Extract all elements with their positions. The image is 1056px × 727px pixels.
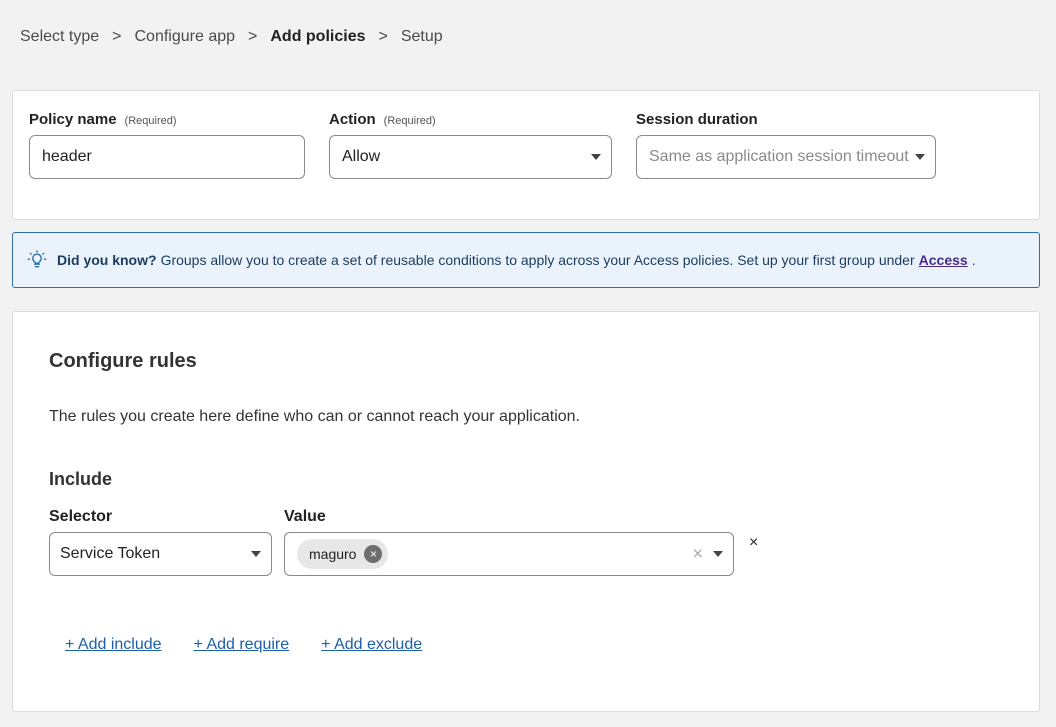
- policy-card: Policy name (Required) header Action (Re…: [12, 90, 1040, 220]
- session-duration-label: Session duration: [636, 111, 936, 131]
- selector-label: Selector: [49, 508, 113, 525]
- breadcrumb: Select type > Configure app > Add polici…: [20, 26, 443, 48]
- session-duration-placeholder: Same as application session timeout: [649, 148, 909, 165]
- policy-name-label-text: Policy name: [29, 111, 117, 128]
- selector-select-value: Service Token: [60, 545, 161, 562]
- clear-value-icon[interactable]: ×: [692, 544, 703, 565]
- configure-rules-card: Configure rules The rules you create her…: [12, 311, 1040, 712]
- action-select-value: Allow: [342, 148, 381, 165]
- action-select[interactable]: Allow: [329, 135, 612, 179]
- session-duration-label-text: Session duration: [636, 111, 758, 128]
- session-duration-field: Session duration Same as application ses…: [636, 111, 936, 179]
- value-multiselect[interactable]: maguro × ×: [284, 532, 734, 576]
- action-label-text: Action: [329, 111, 376, 128]
- breadcrumb-setup[interactable]: Setup: [401, 28, 443, 46]
- add-exclude-link[interactable]: + Add exclude: [321, 636, 422, 654]
- value-chip-label: maguro: [309, 546, 357, 562]
- breadcrumb-select-type[interactable]: Select type: [20, 28, 99, 46]
- breadcrumb-configure-app[interactable]: Configure app: [135, 28, 236, 46]
- value-chip: maguro ×: [297, 539, 389, 569]
- add-include-link[interactable]: + Add include: [65, 636, 162, 654]
- policy-name-input[interactable]: header: [29, 135, 305, 179]
- include-title: Include: [49, 469, 113, 489]
- chevron-down-icon: [251, 551, 261, 557]
- required-hint: (Required): [124, 115, 177, 127]
- policy-name-label: Policy name (Required): [29, 111, 305, 131]
- info-text: Groups allow you to create a set of reus…: [160, 252, 915, 268]
- policy-name-field: Policy name (Required) header: [29, 111, 305, 179]
- chevron-down-icon: [915, 154, 925, 160]
- chevron-down-icon: [591, 154, 601, 160]
- remove-rule-button[interactable]: ×: [749, 534, 758, 552]
- did-you-know-banner: Did you know? Groups allow you to create…: [12, 232, 1040, 288]
- required-hint: (Required): [383, 115, 436, 127]
- configure-rules-description: The rules you create here define who can…: [49, 408, 580, 425]
- lightbulb-icon: [27, 250, 47, 268]
- breadcrumb-separator: >: [248, 28, 258, 45]
- value-label: Value: [284, 508, 326, 525]
- breadcrumb-separator: >: [378, 28, 388, 45]
- breadcrumb-add-policies: Add policies: [270, 28, 366, 45]
- action-label: Action (Required): [329, 111, 612, 131]
- chevron-down-icon[interactable]: [713, 551, 723, 557]
- session-duration-select[interactable]: Same as application session timeout: [636, 135, 936, 179]
- chip-remove-icon[interactable]: ×: [364, 545, 383, 563]
- info-lead: Did you know?: [57, 252, 157, 268]
- add-require-link[interactable]: + Add require: [194, 636, 290, 654]
- breadcrumb-separator: >: [112, 28, 122, 45]
- info-tail: .: [971, 252, 976, 268]
- selector-select[interactable]: Service Token: [49, 532, 272, 576]
- configure-rules-title: Configure rules: [49, 350, 197, 372]
- access-link[interactable]: Access: [919, 252, 968, 268]
- add-rule-links: + Add include + Add require + Add exclud…: [65, 636, 422, 654]
- action-field: Action (Required) Allow: [329, 111, 612, 179]
